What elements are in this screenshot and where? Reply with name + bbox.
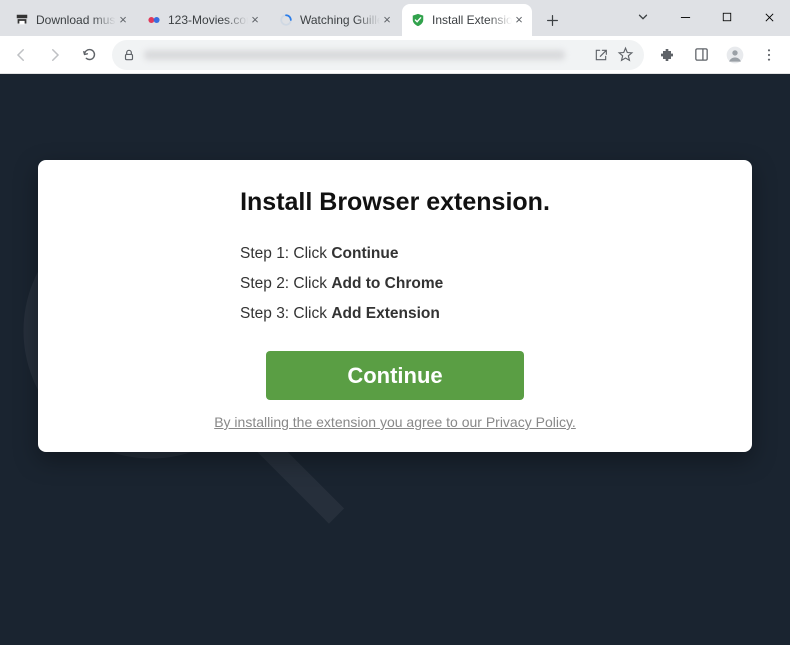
close-icon[interactable]: × [512,13,526,27]
extensions-button[interactable] [652,40,682,70]
minimize-button[interactable] [664,0,706,34]
tab-watching[interactable]: Watching Guille × [270,4,400,36]
tab-search-button[interactable] [622,0,664,34]
tab-label: Watching Guille [300,13,380,27]
close-icon[interactable]: × [380,13,394,27]
address-bar[interactable] [112,40,644,70]
shield-icon [410,12,426,28]
lock-icon [122,48,136,62]
tab-download-music[interactable]: Download music × [6,4,136,36]
step-2: Step 2: Click Add to Chrome [240,275,720,293]
maximize-button[interactable] [706,0,748,34]
tab-123movies[interactable]: 123-Movies.com × [138,4,268,36]
side-panel-button[interactable] [686,40,716,70]
forward-button[interactable] [40,40,70,70]
close-icon[interactable]: × [248,13,262,27]
url-text-blurred [144,50,565,60]
tab-install-extension[interactable]: Install Extension × [402,4,532,36]
printer-icon [14,12,30,28]
reload-button[interactable] [74,40,104,70]
step-3: Step 3: Click Add Extension [240,305,720,323]
new-tab-button[interactable] [538,6,566,34]
steps-list: Step 1: Click Continue Step 2: Click Add… [240,245,720,323]
continue-button[interactable]: Continue [266,351,524,400]
colordots-icon [146,12,162,28]
bookmark-star-icon[interactable] [617,46,634,63]
card-heading: Install Browser extension. [70,188,720,217]
tab-label: Install Extension [432,13,512,27]
close-window-button[interactable] [748,0,790,34]
privacy-policy-link[interactable]: By installing the extension you agree to… [70,414,720,430]
install-card: Install Browser extension. Step 1: Click… [38,160,752,452]
tab-label: 123-Movies.com [168,13,248,27]
close-icon[interactable]: × [116,13,130,27]
page-content: risk Install Browser extension. Step 1: … [0,74,790,645]
browser-toolbar [0,36,790,74]
window-controls [622,0,790,34]
back-button[interactable] [6,40,36,70]
loading-spinner-icon [278,12,294,28]
menu-button[interactable] [754,40,784,70]
browser-tab-strip: Download music × 123-Movies.com × Watchi… [0,0,790,36]
share-icon[interactable] [593,47,609,63]
tab-label: Download music [36,13,116,27]
profile-button[interactable] [720,40,750,70]
step-1: Step 1: Click Continue [240,245,720,263]
